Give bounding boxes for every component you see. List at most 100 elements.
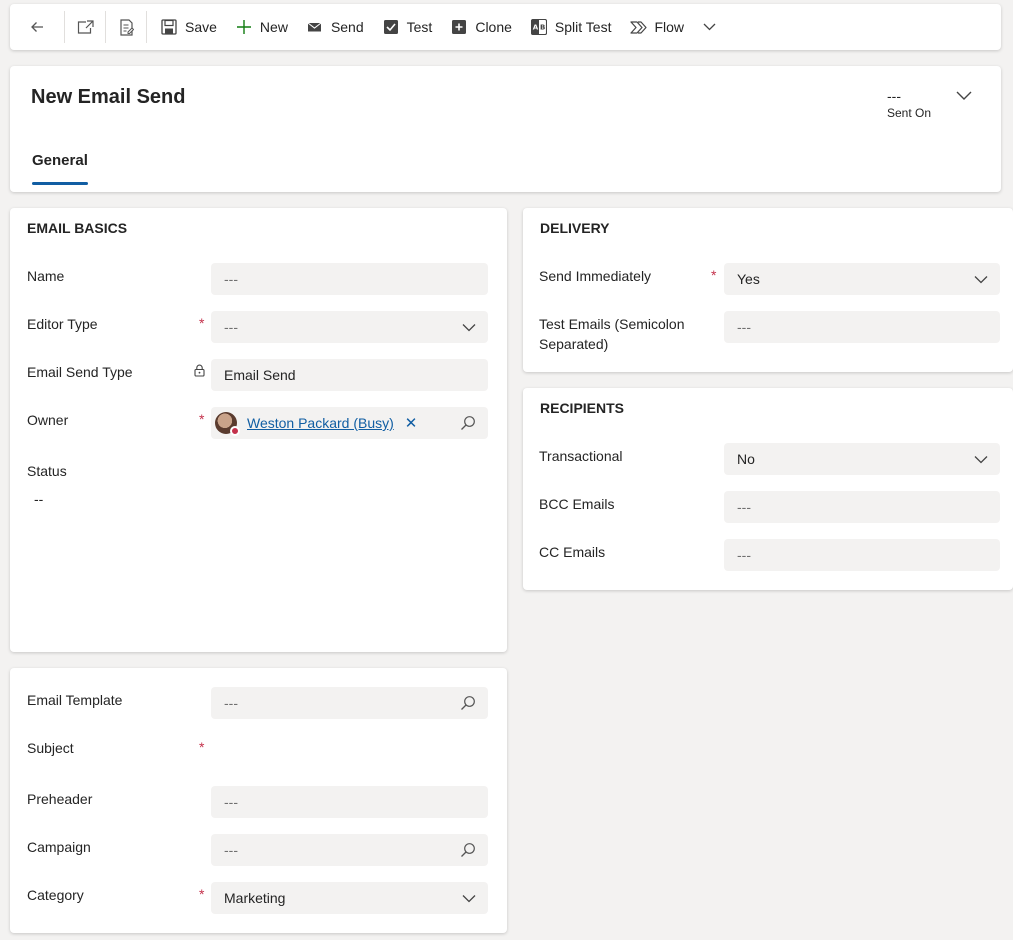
- split-test-button[interactable]: AB Split Test: [521, 4, 621, 50]
- cc-emails-label: CC Emails: [539, 544, 606, 560]
- required-marker: *: [711, 267, 717, 283]
- clone-icon: [450, 18, 468, 36]
- cc-emails-field[interactable]: ---: [724, 539, 1000, 571]
- campaign-label: Campaign: [27, 839, 91, 855]
- section-title: RECIPIENTS: [540, 400, 625, 416]
- email-template-label: Email Template: [27, 692, 123, 708]
- delivery-section: DELIVERY Send Immediately * Yes Test Ema…: [523, 208, 1013, 372]
- owner-link[interactable]: Weston Packard (Busy): [247, 415, 394, 431]
- transactional-select[interactable]: No: [724, 443, 1000, 475]
- tab-active-indicator: [32, 182, 88, 185]
- new-label: New: [259, 19, 288, 35]
- email-send-type-value: Email Send: [224, 367, 296, 383]
- category-select[interactable]: Marketing: [211, 882, 488, 914]
- test-label: Test: [406, 19, 433, 35]
- preheader-label: Preheader: [27, 791, 93, 807]
- email-send-type-field: Email Send: [211, 359, 488, 391]
- preheader-field[interactable]: ---: [211, 786, 488, 818]
- search-icon[interactable]: [460, 842, 476, 861]
- chevron-down-icon[interactable]: [700, 18, 718, 36]
- form-settings-button[interactable]: [106, 4, 146, 50]
- email-template-value: ---: [224, 695, 238, 711]
- checkbox-icon: [382, 18, 400, 36]
- recipients-section: RECIPIENTS Transactional No BCC Emails -…: [523, 388, 1013, 590]
- test-emails-value: ---: [737, 319, 751, 335]
- send-immediately-select[interactable]: Yes: [724, 263, 1000, 295]
- save-button[interactable]: Save: [147, 4, 226, 50]
- send-immediately-label: Send Immediately: [539, 268, 652, 284]
- required-marker: *: [199, 315, 205, 331]
- open-new-window-button[interactable]: [65, 4, 105, 50]
- new-button[interactable]: New: [226, 4, 297, 50]
- subject-label: Subject: [27, 740, 74, 756]
- document-edit-icon: [117, 18, 135, 36]
- open-in-new-window-icon: [76, 18, 94, 36]
- chevron-down-icon: [462, 319, 476, 335]
- section-title: EMAIL BASICS: [27, 220, 128, 236]
- tab-general[interactable]: General: [32, 152, 88, 169]
- lock-icon: [194, 364, 205, 380]
- chevron-down-icon: [974, 451, 988, 467]
- bcc-emails-label: BCC Emails: [539, 496, 615, 512]
- svg-text:B: B: [540, 24, 545, 32]
- owner-label: Owner: [27, 412, 69, 428]
- flow-icon: [629, 18, 647, 36]
- required-marker: *: [199, 411, 205, 427]
- owner-lookup[interactable]: Weston Packard (Busy) ✕: [211, 407, 488, 439]
- status-value: --: [34, 491, 44, 507]
- campaign-lookup[interactable]: ---: [211, 834, 488, 866]
- editor-type-select[interactable]: ---: [211, 311, 488, 343]
- split-test-icon: AB: [530, 18, 548, 36]
- bcc-emails-field[interactable]: ---: [724, 491, 1000, 523]
- send-button[interactable]: Send: [297, 4, 373, 50]
- chevron-down-icon: [974, 271, 988, 287]
- required-marker: *: [199, 739, 205, 755]
- preheader-value: ---: [224, 794, 238, 810]
- search-icon[interactable]: [460, 695, 476, 714]
- clone-button[interactable]: Clone: [441, 4, 521, 50]
- email-basics-section: EMAIL BASICS Name --- Editor Type * --- …: [10, 208, 507, 652]
- back-arrow-icon: [28, 18, 46, 36]
- busy-presence-icon: [230, 426, 240, 436]
- save-icon: [160, 18, 178, 36]
- expand-header-chevron-icon[interactable]: [956, 88, 972, 104]
- sent-on-label: Sent On: [887, 106, 932, 120]
- name-field[interactable]: ---: [211, 263, 488, 295]
- required-marker: *: [199, 886, 205, 902]
- transactional-value: No: [737, 451, 755, 467]
- test-emails-label-line2: Separated): [539, 336, 609, 352]
- record-header: New Email Send --- Sent On General: [10, 66, 1001, 192]
- editor-type-label: Editor Type: [27, 316, 98, 332]
- flow-label: Flow: [654, 19, 685, 35]
- sent-on-value: ---: [887, 88, 901, 104]
- category-label: Category: [27, 887, 84, 903]
- svg-text:A: A: [533, 24, 539, 32]
- send-label: Send: [330, 19, 364, 35]
- category-value: Marketing: [224, 890, 286, 906]
- email-template-lookup[interactable]: ---: [211, 687, 488, 719]
- search-icon[interactable]: [460, 415, 476, 434]
- editor-type-value: ---: [224, 319, 238, 335]
- chevron-down-icon: [462, 890, 476, 906]
- plus-icon: [235, 18, 253, 36]
- test-emails-label: Test Emails (Semicolon: [539, 316, 685, 332]
- bcc-emails-value: ---: [737, 499, 751, 515]
- split-test-label: Split Test: [554, 19, 612, 35]
- status-label: Status: [27, 463, 67, 479]
- test-emails-field[interactable]: ---: [724, 311, 1000, 343]
- clone-label: Clone: [475, 19, 512, 35]
- save-label: Save: [185, 19, 217, 35]
- email-send-type-label: Email Send Type: [27, 364, 133, 380]
- cc-emails-value: ---: [737, 547, 751, 563]
- section-title: DELIVERY: [540, 220, 610, 236]
- name-label: Name: [27, 268, 65, 284]
- avatar: [215, 412, 240, 436]
- back-button[interactable]: [10, 4, 64, 50]
- transactional-label: Transactional: [539, 448, 623, 464]
- test-button[interactable]: Test: [373, 4, 442, 50]
- envelope-icon: [306, 18, 324, 36]
- send-immediately-value: Yes: [737, 271, 760, 287]
- remove-owner-icon[interactable]: ✕: [405, 414, 418, 432]
- email-content-section: Email Template --- Subject * Preheader -…: [10, 668, 507, 933]
- flow-button[interactable]: Flow: [620, 4, 727, 50]
